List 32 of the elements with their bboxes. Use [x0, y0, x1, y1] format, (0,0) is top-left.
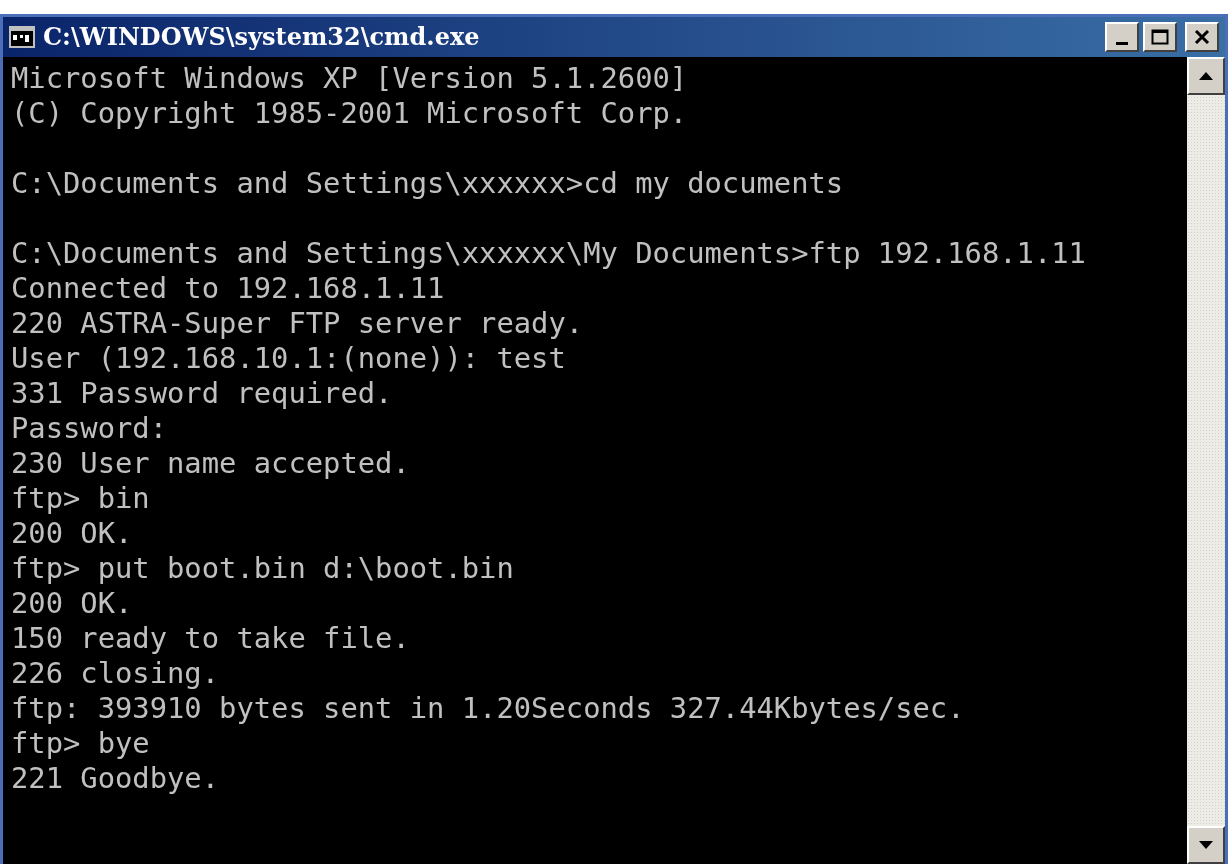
- window-title: C:\WINDOWS\system32\cmd.exe: [43, 21, 480, 53]
- minimize-button[interactable]: [1105, 22, 1139, 52]
- console-line: Password:: [11, 411, 168, 446]
- console-line: Connected to 192.168.1.11: [11, 271, 445, 306]
- console-line: 331 Password required.: [11, 376, 393, 411]
- console-line: 220 ASTRA-Super FTP server ready.: [11, 306, 584, 341]
- console-line: C:\Documents and Settings\xxxxxx\My Documents>ftp 192.168.1.11: [11, 236, 1086, 271]
- scroll-down-button[interactable]: [1187, 826, 1225, 864]
- console-line: 230 User name accepted.: [11, 446, 410, 481]
- scrollbar[interactable]: [1187, 57, 1225, 864]
- console-line: ftp> bin: [11, 481, 150, 516]
- close-button[interactable]: [1185, 22, 1219, 52]
- close-icon: [1194, 30, 1210, 44]
- maximize-icon: [1151, 29, 1169, 45]
- console-line: Microsoft Windows XP [Version 5.1.2600]: [11, 61, 688, 96]
- console-line: ftp: 393910 bytes sent in 1.20Seconds 327.44Kbytes/sec.: [11, 691, 965, 726]
- console-line: 221 Goodbye.: [11, 761, 220, 796]
- console-line: ftp> put boot.bin d:\boot.bin: [11, 551, 514, 586]
- console-line: 226 closing.: [11, 656, 220, 691]
- maximize-button[interactable]: [1143, 22, 1177, 52]
- console-line: ftp> bye: [11, 726, 150, 761]
- console-line: 150 ready to take file.: [11, 621, 410, 656]
- console-line: User (192.168.10.1:(none)): test: [11, 341, 566, 376]
- down-arrow-icon: [1199, 841, 1213, 849]
- minimize-icon: [1116, 41, 1128, 45]
- console-icon: [9, 26, 35, 48]
- console-line: (C) Copyright 1985-2001 Microsoft Corp.: [11, 96, 688, 131]
- console-line: 200 OK.: [11, 586, 133, 621]
- console-line: C:\Documents and Settings\xxxxxx>cd my documents: [11, 166, 844, 201]
- console-line: 200 OK.: [11, 516, 133, 551]
- scroll-up-button[interactable]: [1187, 57, 1225, 95]
- up-arrow-icon: [1199, 72, 1213, 80]
